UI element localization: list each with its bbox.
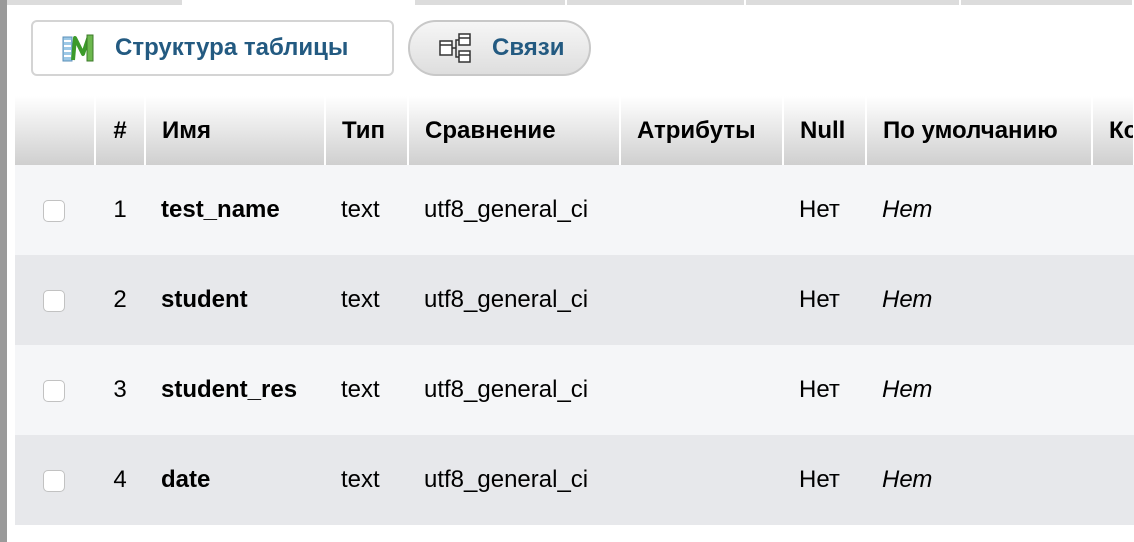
table-structure-icon [61,32,95,64]
field-null: Нет [783,435,866,525]
row-checkbox[interactable] [43,199,65,222]
field-collation: utf8_general_ci [408,165,620,255]
relations-icon [438,32,472,64]
column-header-collation[interactable]: Сравнение [408,96,621,165]
field-default: Нет [866,435,1092,525]
field-collation: utf8_general_ci [408,255,620,345]
table-row: 4 date text utf8_general_ci Нет Нет [15,435,1134,525]
field-attributes [620,255,783,345]
row-number: 3 [95,345,145,435]
top-tab-segment[interactable] [745,0,961,5]
row-checkbox[interactable] [43,379,65,402]
table-row: 3 student_res text utf8_general_ci Нет Н… [15,345,1134,435]
field-default: Нет [866,165,1092,255]
table-row: 1 test_name text utf8_general_ci Нет Нет [15,165,1134,255]
top-tab-segment[interactable] [960,0,1134,5]
tab-relations[interactable]: Связи [408,20,591,76]
field-type: text [325,435,408,525]
column-header-comments[interactable]: Ко [1092,96,1134,165]
row-number: 1 [95,165,145,255]
row-number: 2 [95,255,145,345]
tab-table-structure-label: Структура таблицы [115,34,349,61]
left-frame-edge [0,0,7,542]
field-type: text [325,345,408,435]
column-header-type[interactable]: Тип [325,96,409,165]
field-comments [1092,345,1134,435]
row-select-cell [15,435,95,525]
column-header-null[interactable]: Null [783,96,867,165]
field-null: Нет [783,255,866,345]
top-tab-segment[interactable] [7,0,185,5]
field-comments [1092,165,1134,255]
column-header-attributes[interactable]: Атрибуты [620,96,784,165]
field-name: student_res [145,345,325,435]
field-attributes [620,435,783,525]
field-collation: utf8_general_ci [408,435,620,525]
field-comments [1092,435,1134,525]
row-checkbox[interactable] [43,469,65,492]
field-type: text [325,165,408,255]
row-checkbox[interactable] [43,289,65,312]
column-header-select [15,96,96,165]
top-tab-segment-active[interactable] [184,0,416,5]
tab-relations-label: Связи [492,34,565,61]
column-header-default[interactable]: По умолчанию [866,96,1093,165]
table-structure-grid: # Имя Тип Сравнение Атрибуты Null По умо… [15,96,1134,525]
top-tab-segment[interactable] [415,0,567,5]
top-tab-segment[interactable] [566,0,746,5]
field-default: Нет [866,345,1092,435]
field-null: Нет [783,345,866,435]
field-name: date [145,435,325,525]
row-select-cell [15,165,95,255]
row-select-cell [15,255,95,345]
column-header-name[interactable]: Имя [145,96,326,165]
field-attributes [620,345,783,435]
tab-table-structure[interactable]: Структура таблицы [31,20,394,76]
row-number: 4 [95,435,145,525]
field-comments [1092,255,1134,345]
field-type: text [325,255,408,345]
table-row: 2 student text utf8_general_ci Нет Нет [15,255,1134,345]
top-tab-strip [7,0,1134,5]
field-default: Нет [866,255,1092,345]
row-select-cell [15,345,95,435]
field-attributes [620,165,783,255]
subtabs: Структура таблицы Связи [31,20,591,76]
field-collation: utf8_general_ci [408,345,620,435]
table-header-row: # Имя Тип Сравнение Атрибуты Null По умо… [15,96,1134,165]
field-null: Нет [783,165,866,255]
page: Структура таблицы Связи # Имя Тип Сравне… [0,0,1134,542]
field-name: student [145,255,325,345]
column-header-number[interactable]: # [95,96,146,165]
field-name: test_name [145,165,325,255]
